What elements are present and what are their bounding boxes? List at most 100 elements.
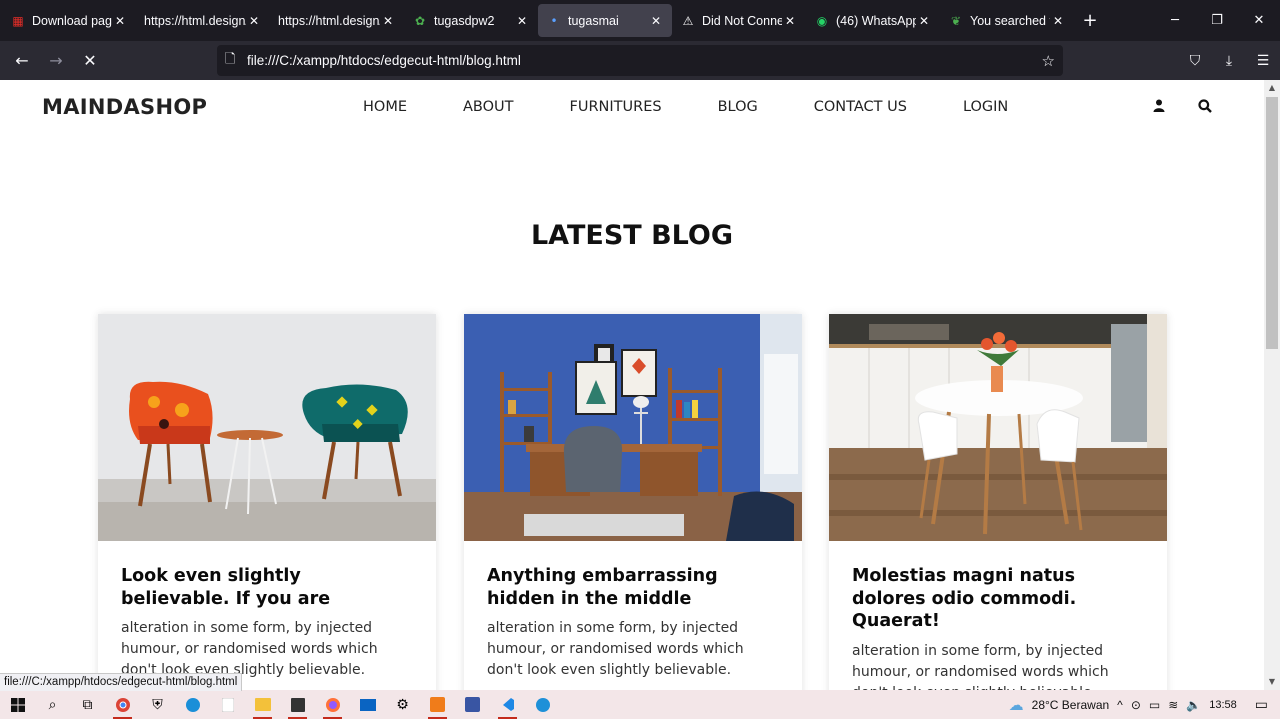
blog-title[interactable]: Anything embarrassing hidden in the midd…: [487, 565, 780, 610]
clock[interactable]: 13:58: [1209, 699, 1237, 711]
main-menu: HOME ABOUT FURNITURES BLOG CONTACT US LO…: [363, 99, 1064, 115]
tab-close-icon[interactable]: ✕: [246, 14, 262, 28]
file-explorer-icon[interactable]: [245, 690, 280, 719]
menu-blog[interactable]: BLOG: [718, 99, 758, 115]
scroll-down-icon[interactable]: ▼: [1264, 674, 1280, 690]
app-blue-icon[interactable]: [525, 690, 560, 719]
page-viewport: MAINDASHOP HOME ABOUT FURNITURES BLOG CO…: [0, 80, 1264, 690]
tab-close-icon[interactable]: ✕: [648, 14, 664, 28]
dot-icon: •: [550, 13, 558, 28]
restore-icon[interactable]: ❐: [1196, 0, 1238, 41]
tab-title: You searched for: [970, 13, 1050, 28]
battery-icon[interactable]: ▭: [1149, 698, 1160, 712]
page-icon: 🗋: [225, 51, 236, 67]
firefox-icon[interactable]: [315, 690, 350, 719]
browser-tab[interactable]: ✿ tugasdpw2 ✕: [404, 4, 538, 37]
forward-arrow-icon[interactable]: →: [39, 44, 73, 78]
user-icon[interactable]: [1153, 99, 1165, 116]
browser-tab[interactable]: https://html.design/✕: [270, 4, 404, 37]
tab-title: (46) WhatsApp: [836, 13, 916, 28]
red-grid-icon: ▦: [12, 13, 24, 28]
back-arrow-icon[interactable]: ←: [5, 44, 39, 78]
browser-toolbar: ← → ✕ 🗋 file:///C:/xampp/htdocs/edgecut-…: [0, 41, 1280, 80]
settings-app-icon[interactable]: ⚙: [385, 690, 420, 719]
address-bar[interactable]: 🗋 file:///C:/xampp/htdocs/edgecut-html/b…: [217, 45, 1063, 76]
tab-close-icon[interactable]: ✕: [1050, 14, 1066, 28]
blog-title[interactable]: Look even slightly believable. If you ar…: [121, 565, 414, 610]
tab-close-icon[interactable]: ✕: [916, 14, 932, 28]
shield-icon[interactable]: ⛨: [140, 690, 175, 719]
search-icon[interactable]: ⌕: [35, 690, 70, 719]
search-icon[interactable]: [1198, 99, 1212, 117]
tab-close-icon[interactable]: ✕: [112, 14, 128, 28]
task-view-icon[interactable]: ⧉: [70, 690, 105, 719]
scroll-thumb[interactable]: [1266, 97, 1278, 349]
menu-icon[interactable]: ☰: [1246, 41, 1280, 80]
menu-login[interactable]: LOGIN: [963, 99, 1008, 115]
whatsapp-icon: ◉: [816, 13, 828, 28]
browser-tab[interactable]: • tugasmai ✕: [538, 4, 672, 37]
browser-tab[interactable]: ⚠ Did Not Connect✕: [672, 4, 806, 37]
visio-icon[interactable]: [455, 690, 490, 719]
tab-title: https://html.design/: [144, 13, 246, 28]
app-icon[interactable]: [210, 690, 245, 719]
browser-tab-bar: ▦ Download page ✕ https://html.design/✕ http…: [0, 0, 1280, 41]
new-tab-button[interactable]: +: [1074, 10, 1106, 31]
tab-close-icon[interactable]: ✕: [782, 14, 798, 28]
sublime-text-icon[interactable]: [420, 690, 455, 719]
edge-icon[interactable]: [175, 690, 210, 719]
page-title: LATEST BLOG: [530, 220, 734, 251]
page-scrollbar[interactable]: ▲ ▼: [1264, 80, 1280, 690]
blog-excerpt: alteration in some form, by injected hum…: [852, 642, 1109, 691]
scroll-up-icon[interactable]: ▲: [1264, 80, 1280, 96]
tab-close-icon[interactable]: ✕: [514, 14, 530, 28]
menu-about[interactable]: ABOUT: [463, 99, 514, 115]
blog-card[interactable]: Look even slightly believable. If you ar…: [98, 314, 436, 690]
bookmark-star-icon[interactable]: ☆: [1042, 52, 1055, 70]
pocket-icon[interactable]: ⛉: [1178, 41, 1212, 80]
close-window-icon[interactable]: ✕: [1238, 0, 1280, 41]
volume-icon[interactable]: 🔈: [1186, 698, 1201, 712]
blog-image-kitchen[interactable]: [829, 314, 1167, 541]
weather-icon[interactable]: ☁: [1009, 696, 1024, 714]
mail-icon[interactable]: [350, 690, 385, 719]
url-text[interactable]: file:///C:/xampp/htdocs/edgecut-html/blo…: [247, 53, 521, 68]
notification-icon[interactable]: ▭: [1255, 696, 1268, 713]
blog-image-office[interactable]: [464, 314, 802, 541]
site-logo[interactable]: MAINDASHOP: [42, 95, 207, 119]
browser-tab[interactable]: ❦ You searched for✕: [940, 4, 1074, 37]
weather-text[interactable]: 28°C Berawan: [1032, 698, 1110, 712]
blog-excerpt: alteration in some form, by injected hum…: [487, 620, 744, 678]
wifi-icon[interactable]: ≋: [1168, 698, 1178, 712]
site-header: MAINDASHOP HOME ABOUT FURNITURES BLOG CO…: [0, 80, 1264, 136]
menu-furnitures[interactable]: FURNITURES: [570, 99, 662, 115]
browser-tab[interactable]: ▦ Download page ✕: [2, 4, 136, 37]
download-icon[interactable]: ⤓: [1212, 41, 1246, 80]
camera-icon[interactable]: ⊙: [1131, 698, 1141, 712]
vscode-icon[interactable]: [490, 690, 525, 719]
tab-title: https://html.design/: [278, 13, 380, 28]
tab-title: tugasmai: [568, 13, 619, 28]
blog-excerpt: alteration in some form, by injected hum…: [121, 620, 378, 678]
stop-loading-icon[interactable]: ✕: [73, 44, 107, 78]
windows-start-icon[interactable]: [0, 690, 35, 719]
blog-card[interactable]: Molestias magni natus dolores odio commo…: [829, 314, 1167, 690]
warning-icon: ⚠: [682, 13, 694, 28]
tab-title: Did Not Connect: [702, 13, 782, 28]
minimize-icon[interactable]: ─: [1154, 0, 1196, 41]
toolbar-right: ⛉ ⤓ ☰: [1178, 41, 1280, 80]
store-icon[interactable]: [280, 690, 315, 719]
menu-home[interactable]: HOME: [363, 99, 407, 115]
blog-card[interactable]: Anything embarrassing hidden in the midd…: [464, 314, 802, 690]
blog-title[interactable]: Molestias magni natus dolores odio commo…: [852, 565, 1145, 633]
tab-title: tugasdpw2: [434, 13, 495, 28]
menu-contact-us[interactable]: CONTACT US: [814, 99, 907, 115]
tab-close-icon[interactable]: ✕: [380, 14, 396, 28]
blog-image-chairs[interactable]: [98, 314, 436, 541]
windows-taskbar: ⌕ ⧉ ⛨ ⚙ ☁ 28°C Berawan ^ ⊙ ▭ ≋ 🔈 13:58 ▭: [0, 690, 1280, 719]
browser-tab[interactable]: https://html.design/✕: [136, 4, 270, 37]
chevron-up-icon[interactable]: ^: [1117, 698, 1123, 712]
browser-tab[interactable]: ◉ (46) WhatsApp ✕: [806, 4, 940, 37]
link-status-bar: file:///C:/xampp/htdocs/edgecut-html/blo…: [0, 673, 243, 691]
chrome-icon[interactable]: [105, 690, 140, 719]
